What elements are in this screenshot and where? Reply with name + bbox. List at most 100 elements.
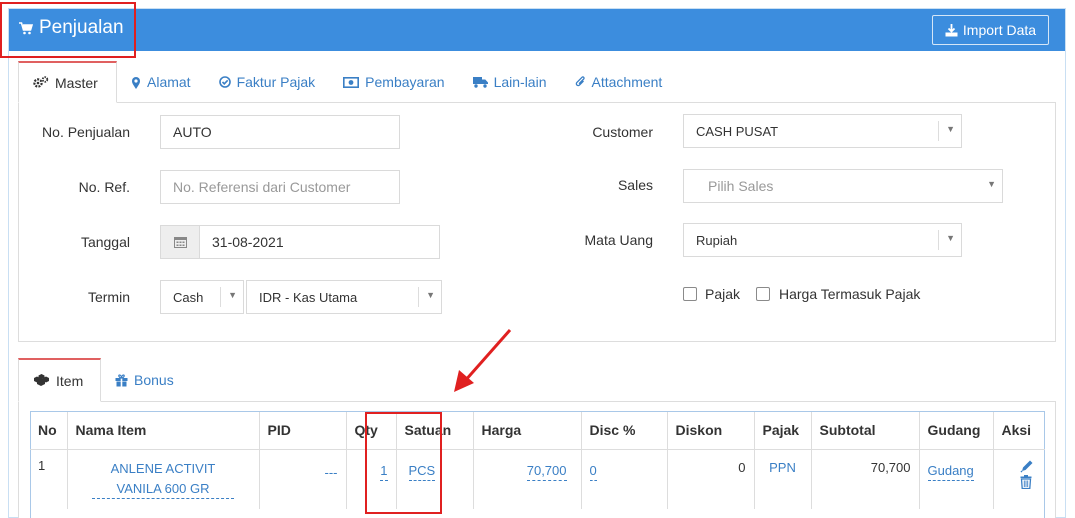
tab-bonus-label: Bonus xyxy=(134,372,174,388)
col-header-pajak: Pajak xyxy=(754,412,812,450)
cell-qty[interactable]: 1 xyxy=(346,449,397,509)
cell-nama-item[interactable]: ANLENE ACTIVIT VANILA 600 GR xyxy=(67,449,260,509)
termin-select[interactable]: Cash ▼ xyxy=(160,280,244,314)
col-header-aksi: Aksi xyxy=(993,412,1045,450)
qty-link[interactable]: 1 xyxy=(380,462,388,481)
kas-account-select-divider xyxy=(418,287,419,307)
tab-master-label: Master xyxy=(55,74,98,91)
col-header-harga: Harga xyxy=(473,412,582,450)
chevron-down-icon: ▼ xyxy=(987,179,996,189)
annotation-arrow-icon xyxy=(454,329,512,392)
calendar-addon[interactable] xyxy=(160,225,200,259)
satuan-link[interactable]: PCS xyxy=(408,462,436,481)
harga-termasuk-pajak-label: Harga Termasuk Pajak xyxy=(779,286,921,302)
sales-placeholder: Pilih Sales xyxy=(708,178,774,194)
cell-pid[interactable]: --- xyxy=(259,449,347,509)
item-name-line2[interactable]: VANILA 600 GR xyxy=(92,480,234,499)
mata-uang-select-divider xyxy=(938,230,939,250)
trash-icon[interactable] xyxy=(1020,474,1032,489)
paperclip-icon xyxy=(575,76,585,87)
kas-account-value: IDR - Kas Utama xyxy=(259,289,358,305)
gift-icon xyxy=(115,373,128,387)
tab-item-label: Item xyxy=(56,372,84,389)
table-header-row: No Nama Item PID Qty Satuan Harga Disc %… xyxy=(30,412,1045,450)
tab-alamat[interactable]: Alamat xyxy=(117,61,205,103)
col-header-nama-item: Nama Item xyxy=(67,412,260,450)
tab-alamat-label: Alamat xyxy=(147,74,191,90)
mata-uang-select[interactable]: Rupiah ▼ xyxy=(683,223,962,257)
termin-label: Termin xyxy=(87,289,130,305)
calendar-icon xyxy=(173,237,187,248)
item-tabs: Item Bonus xyxy=(18,358,188,402)
cell-no: 1 xyxy=(30,449,68,509)
sales-select[interactable]: Pilih Sales ▼ xyxy=(683,169,1003,203)
col-header-no: No xyxy=(30,412,68,450)
tab-bonus[interactable]: Bonus xyxy=(101,358,188,402)
termin-value: Cash xyxy=(173,289,204,305)
tab-master[interactable]: Master xyxy=(18,61,117,103)
cubes-icon xyxy=(34,374,49,386)
money-icon xyxy=(343,76,360,88)
cell-harga[interactable]: 70,700 xyxy=(473,449,582,509)
tab-item[interactable]: Item xyxy=(18,358,101,402)
harga-termasuk-pajak-checkbox[interactable] xyxy=(756,287,770,301)
gudang-link[interactable]: Gudang xyxy=(927,462,974,481)
tanggal-label: Tanggal xyxy=(80,234,130,250)
import-data-label: Import Data xyxy=(962,22,1037,38)
col-header-disc: Disc % xyxy=(581,412,668,450)
items-table: No Nama Item PID Qty Satuan Harga Disc %… xyxy=(30,412,1045,509)
tanggal-input[interactable]: 31-08-2021 xyxy=(199,225,440,259)
tab-attachment[interactable]: Attachment xyxy=(561,61,677,103)
chevron-down-icon: ▼ xyxy=(946,233,955,243)
harga-link[interactable]: 70,700 xyxy=(526,462,567,481)
no-penjualan-input[interactable]: AUTO xyxy=(160,115,400,149)
cell-disc[interactable]: 0 xyxy=(581,449,668,509)
tab-attachment-label: Attachment xyxy=(591,74,663,90)
main-tabs: Master Alamat Faktur Pajak Pembayaran La… xyxy=(18,61,676,103)
cell-satuan[interactable]: PCS xyxy=(396,449,474,509)
pajak-checkbox[interactable] xyxy=(683,287,697,301)
cell-gudang[interactable]: Gudang xyxy=(919,449,994,509)
col-header-gudang: Gudang xyxy=(919,412,994,450)
customer-value: CASH PUSAT xyxy=(696,123,779,139)
no-penjualan-label: No. Penjualan xyxy=(42,124,130,140)
tab-pembayaran-label: Pembayaran xyxy=(365,74,445,90)
cogs-icon xyxy=(33,76,49,88)
mata-uang-value: Rupiah xyxy=(696,232,738,248)
panel-header: Penjualan Import Data xyxy=(9,9,1065,51)
mata-uang-label: Mata Uang xyxy=(584,232,653,248)
no-ref-label: No. Ref. xyxy=(78,179,130,195)
pajak-checkbox-label: Pajak xyxy=(705,286,741,302)
col-header-pid: PID xyxy=(259,412,347,450)
item-name-line1[interactable]: ANLENE ACTIVIT xyxy=(111,460,216,478)
col-header-diskon: Diskon xyxy=(667,412,755,450)
col-header-satuan: Satuan xyxy=(396,412,474,450)
customer-select-divider xyxy=(938,121,939,141)
check-circle-icon xyxy=(218,76,231,88)
disc-link[interactable]: 0 xyxy=(589,462,597,481)
pencil-icon[interactable] xyxy=(1019,459,1034,473)
truck-icon xyxy=(472,77,488,88)
chevron-down-icon: ▼ xyxy=(426,290,435,300)
tab-faktur-pajak[interactable]: Faktur Pajak xyxy=(205,61,330,103)
kas-account-select[interactable]: IDR - Kas Utama ▼ xyxy=(246,280,442,314)
customer-select[interactable]: CASH PUSAT ▼ xyxy=(683,114,962,148)
tab-lain-lain[interactable]: Lain-lain xyxy=(459,61,561,103)
no-ref-input[interactable]: No. Referensi dari Customer xyxy=(160,170,400,204)
tab-lain-lain-label: Lain-lain xyxy=(493,74,547,90)
import-data-button[interactable]: Import Data xyxy=(932,15,1049,45)
chevron-down-icon: ▼ xyxy=(228,290,237,300)
customer-label: Customer xyxy=(592,124,653,140)
cell-subtotal: 70,700 xyxy=(811,449,920,509)
tab-pembayaran[interactable]: Pembayaran xyxy=(329,61,458,103)
pajak-link[interactable]: PPN xyxy=(769,460,796,475)
table-row: 1 ANLENE ACTIVIT VANILA 600 GR --- 1 PCS… xyxy=(30,449,1045,509)
sales-label: Sales xyxy=(617,177,653,193)
map-marker-icon xyxy=(132,76,140,89)
col-header-subtotal: Subtotal xyxy=(811,412,920,450)
page-title: Penjualan xyxy=(19,17,124,39)
cell-pajak[interactable]: PPN xyxy=(754,449,812,509)
cart-icon xyxy=(19,21,33,34)
termin-select-divider xyxy=(220,287,221,307)
pid-link[interactable]: --- xyxy=(325,464,338,482)
